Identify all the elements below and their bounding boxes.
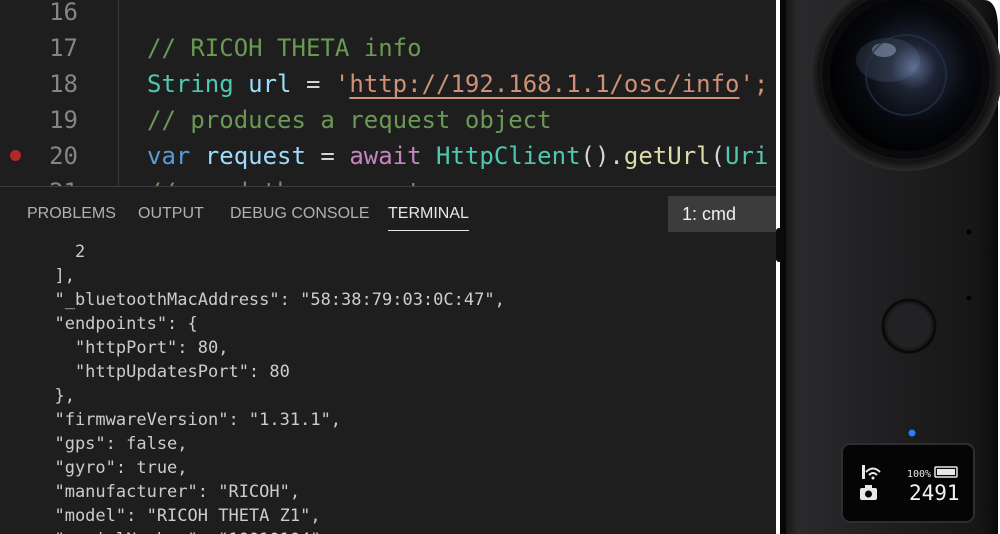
- code-url-link[interactable]: http://192.168.1.1/osc/info: [349, 70, 739, 98]
- camera-illustration: 100% 2491: [776, 0, 1000, 534]
- terminal-line: "_bluetoothMacAddress": "58:38:79:03:0C:…: [34, 290, 505, 310]
- code-token: getUrl: [623, 142, 711, 170]
- terminal-output[interactable]: 2 ], "_bluetoothMacAddress": "58:38:79:0…: [0, 237, 780, 534]
- line-number: 20: [49, 142, 78, 170]
- status-led: [908, 429, 916, 437]
- code-text: // send the request: [147, 174, 422, 186]
- terminal-line: },: [34, 386, 75, 406]
- code-token: var: [147, 142, 191, 170]
- terminal-line: "endpoints": {: [34, 314, 198, 334]
- tab-terminal[interactable]: TERMINAL: [388, 205, 469, 231]
- mic-hole: [966, 229, 972, 235]
- terminal-line: "model": "RICOH THETA Z1",: [34, 506, 321, 526]
- code-text: var request = await HttpClient().getUrl(…: [147, 138, 768, 174]
- code-token: // produces a request object: [147, 106, 552, 134]
- terminal-select[interactable]: 1: cmd: [668, 196, 788, 232]
- line-number: 21: [0, 174, 78, 186]
- terminal-line: "serialNumber": "10010104",: [34, 528, 330, 534]
- code-token: request: [204, 142, 306, 170]
- code-token: // RICOH THETA info: [147, 34, 422, 62]
- code-token: ().: [580, 142, 624, 170]
- code-token: String: [147, 70, 234, 98]
- side-button: [776, 228, 784, 262]
- terminal-line: "gps": false,: [34, 434, 188, 454]
- terminal-line: ],: [34, 266, 75, 286]
- battery-percent: 100%: [907, 469, 931, 480]
- mic-hole: [966, 295, 972, 301]
- code-text: // RICOH THETA info: [147, 30, 422, 66]
- terminal-line: "httpUpdatesPort": 80: [34, 362, 290, 382]
- code-token: // send the request: [147, 178, 422, 186]
- code-token: await: [349, 142, 422, 170]
- code-token: =: [305, 142, 350, 170]
- code-text: // produces a request object: [147, 102, 552, 138]
- line-number: 17: [49, 34, 78, 62]
- terminal-line: 2: [34, 242, 86, 262]
- code-token: (: [710, 142, 726, 170]
- code-token: ': [334, 70, 350, 98]
- shots-remaining: 2491: [909, 481, 960, 505]
- code-text: String url = 'http://192.168.1.1/osc/inf…: [147, 66, 768, 102]
- tab-output[interactable]: OUTPUT: [138, 205, 204, 223]
- tab-problems[interactable]: PROBLEMS: [27, 205, 116, 223]
- code-token: Uri: [725, 142, 769, 170]
- code-token: HttpClient: [436, 142, 581, 170]
- tab-debug-console[interactable]: DEBUG CONSOLE: [230, 205, 370, 223]
- line-number: 19: [49, 106, 78, 134]
- code-token: ';: [739, 70, 769, 98]
- terminal-line: "httpPort": 80,: [34, 338, 229, 358]
- line-number: 16: [49, 0, 78, 26]
- terminal-line: "gyro": true,: [34, 458, 188, 478]
- terminal-line: "manufacturer": "RICOH",: [34, 482, 301, 502]
- ricoh-theta-camera-photo: 100% 2491: [776, 0, 1000, 534]
- code-token: url: [248, 70, 292, 98]
- line-number: 18: [49, 70, 78, 98]
- bluetooth-icon: [862, 465, 865, 479]
- terminal-line: "firmwareVersion": "1.31.1",: [34, 410, 342, 430]
- code-token: =: [291, 70, 335, 98]
